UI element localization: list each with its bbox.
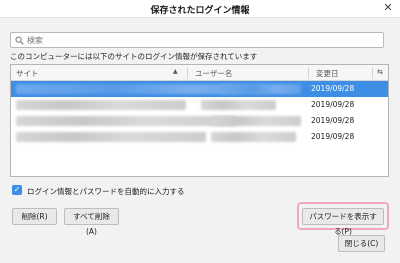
- autofill-checkbox[interactable]: ✓: [12, 185, 22, 195]
- column-header-username[interactable]: ユーザー名: [195, 68, 232, 79]
- date-cell: 2019/09/28: [311, 84, 355, 93]
- autofill-label[interactable]: ログイン情報とパスワードを自動的に入力する: [27, 186, 185, 197]
- date-cell: 2019/09/28: [311, 132, 355, 141]
- column-header-site[interactable]: サイト: [16, 68, 39, 79]
- blurred-username-cell: [211, 116, 301, 126]
- description-text: このコンピューターには以下のサイトのログイン情報が保存されています: [10, 52, 258, 61]
- search-field[interactable]: [10, 32, 384, 48]
- column-header-date[interactable]: 変更日: [316, 68, 339, 79]
- column-picker-icon[interactable]: ⇆: [375, 67, 385, 78]
- search-icon: [15, 36, 24, 45]
- delete-button[interactable]: 削除(R): [12, 208, 57, 225]
- show-passwords-button[interactable]: パスワードを表示する(P): [302, 208, 384, 236]
- table-row[interactable]: 2019/09/28: [11, 129, 388, 145]
- saved-logins-dialog: 保存されたログイン情報 ✕ このコンピューターには以下のサイトのログイン情報が保…: [0, 0, 400, 263]
- blurred-site-cell: [16, 132, 206, 142]
- blurred-username-cell: [201, 100, 276, 110]
- table-row[interactable]: 2019/09/28: [11, 81, 388, 97]
- blurred-site-cell: [16, 116, 236, 126]
- date-cell: 2019/09/28: [311, 100, 355, 109]
- table-row[interactable]: 2019/09/28: [11, 113, 388, 129]
- column-divider[interactable]: [187, 67, 188, 79]
- title-bar: 保存されたログイン情報 ✕: [0, 0, 400, 18]
- blurred-site-cell: [16, 100, 186, 110]
- delete-all-button[interactable]: すべて削除(A): [64, 208, 119, 236]
- date-cell: 2019/09/28: [311, 116, 355, 125]
- table-row[interactable]: 2019/09/28: [11, 97, 388, 113]
- column-divider[interactable]: [308, 67, 309, 79]
- column-divider[interactable]: [372, 67, 373, 79]
- sort-ascending-icon: ▲: [173, 68, 178, 75]
- close-icon[interactable]: ✕: [382, 2, 394, 14]
- search-input[interactable]: [27, 34, 377, 46]
- logins-table: サイト ▲ ユーザー名 変更日 ⇆ 2019/09/28 2019/09/28 …: [10, 64, 389, 177]
- blurred-username-cell: [211, 132, 296, 142]
- blurred-username-cell: [221, 84, 301, 94]
- table-header: サイト ▲ ユーザー名 変更日 ⇆: [11, 65, 388, 81]
- dialog-title: 保存されたログイン情報: [150, 6, 250, 16]
- close-button[interactable]: 閉じる(C): [338, 235, 385, 252]
